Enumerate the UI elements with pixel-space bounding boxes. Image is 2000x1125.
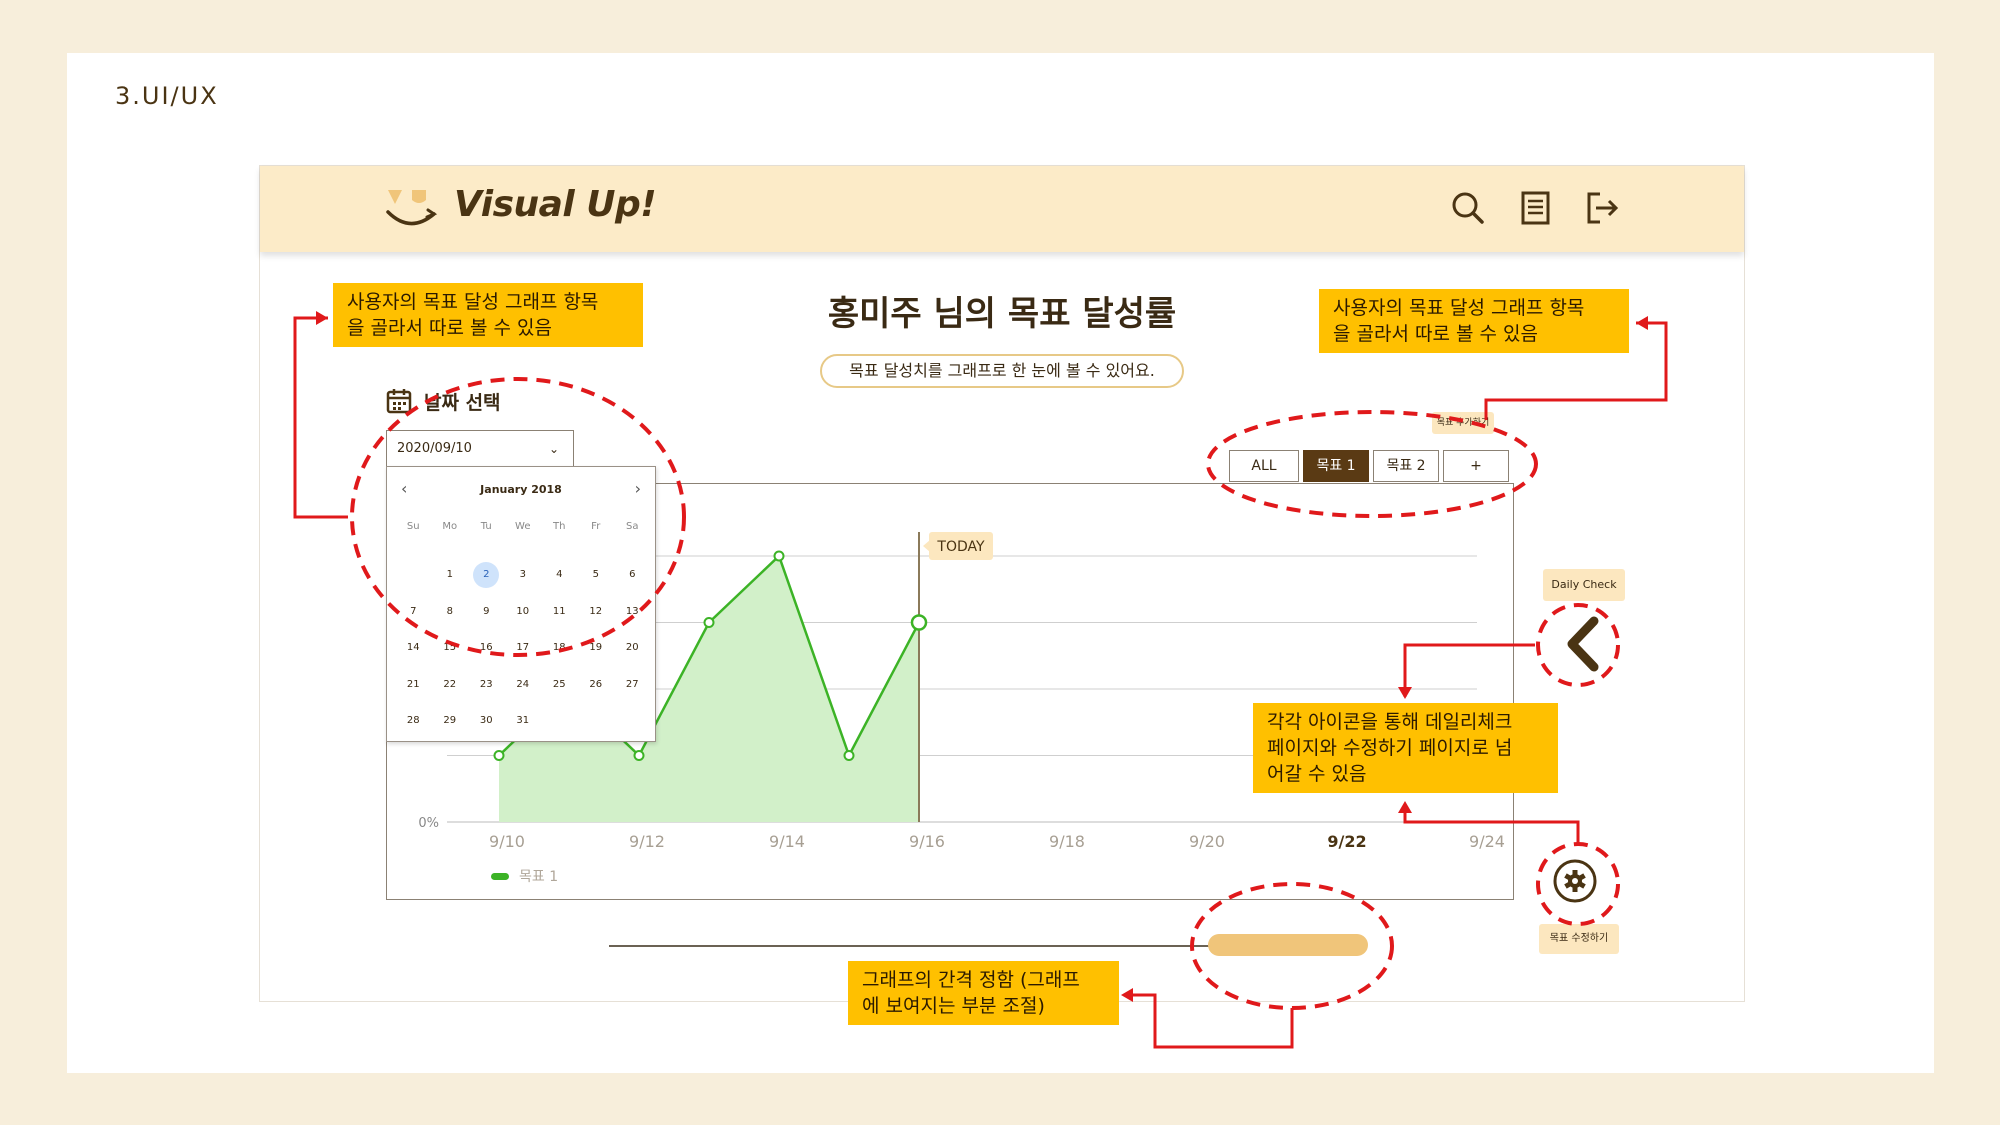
x-tick-label: 9/18 bbox=[1049, 832, 1085, 851]
calendar-weekday: Su bbox=[406, 521, 420, 532]
x-tick-label: 9/24 bbox=[1469, 832, 1505, 851]
chart-range-handle[interactable] bbox=[1208, 934, 1368, 956]
calendar-day[interactable]: 2 bbox=[468, 557, 505, 594]
data-point bbox=[703, 617, 715, 628]
legend-label: 목표 1 bbox=[519, 869, 558, 885]
goal-tabs: ALL 목표 1 목표 2 + bbox=[1229, 450, 1509, 482]
data-point bbox=[843, 750, 855, 761]
today-badge-pointer bbox=[923, 540, 930, 552]
calendar-day[interactable]: 15 bbox=[432, 630, 469, 667]
calendar-weekday: Th bbox=[553, 521, 566, 532]
goal-tab[interactable]: 목표 1 bbox=[1303, 450, 1369, 482]
calendar-day[interactable]: 24 bbox=[505, 667, 542, 704]
data-point bbox=[773, 550, 785, 562]
logo-text: Visual Up! bbox=[454, 184, 657, 225]
search-icon[interactable] bbox=[1448, 188, 1488, 228]
calendar-icon bbox=[386, 389, 412, 414]
calendar-day[interactable]: 18 bbox=[541, 630, 578, 667]
chart-range-track[interactable] bbox=[609, 945, 1289, 947]
calendar-day[interactable]: 9 bbox=[468, 594, 505, 631]
x-tick-label: 9/12 bbox=[629, 832, 665, 851]
daily-check-label: Daily Check bbox=[1543, 569, 1625, 601]
calendar-day[interactable]: 11 bbox=[541, 594, 578, 631]
note-scroll: 그래프의 간격 정함 (그래프 에 보여지는 부분 조절) bbox=[848, 961, 1119, 1025]
calendar-day[interactable]: 28 bbox=[395, 703, 432, 740]
calendar-day[interactable]: 31 bbox=[505, 703, 542, 740]
goal-tab[interactable]: ALL bbox=[1229, 450, 1299, 482]
calendar-day[interactable]: 8 bbox=[432, 594, 469, 631]
calendar-day[interactable]: 17 bbox=[505, 630, 542, 667]
calendar-weekday: We bbox=[515, 521, 531, 532]
subtitle-pill: 목표 달성치를 그래프로 한 눈에 볼 수 있어요. bbox=[820, 354, 1184, 388]
calendar-weekday: Fr bbox=[591, 521, 601, 532]
goal-tab[interactable]: 목표 2 bbox=[1373, 450, 1439, 482]
calendar-day[interactable]: 3 bbox=[505, 557, 542, 594]
calendar-month-label: January 2018 bbox=[480, 483, 562, 496]
calendar-day[interactable]: 30 bbox=[468, 703, 505, 740]
note-date-select: 사용자의 목표 달성 그래프 항목 을 골라서 따로 볼 수 있음 bbox=[333, 283, 643, 347]
x-tick-label: 9/20 bbox=[1189, 832, 1225, 851]
section-label: 3.UI/UX bbox=[115, 82, 219, 110]
chevron-down-icon: ⌄ bbox=[548, 442, 559, 456]
date-select-label: 날짜 선택 bbox=[424, 392, 501, 414]
calendar-day[interactable]: 29 bbox=[432, 703, 469, 740]
calendar-day[interactable]: 4 bbox=[541, 557, 578, 594]
calendar-weekdays: Su Mo Tu We Th Fr Sa bbox=[395, 521, 651, 532]
data-point bbox=[633, 750, 645, 761]
date-input-value: 2020/09/10 bbox=[397, 441, 472, 456]
calendar-day[interactable]: 23 bbox=[468, 667, 505, 704]
calendar-day[interactable]: 1 bbox=[432, 557, 469, 594]
chevron-left-icon[interactable] bbox=[1560, 613, 1608, 675]
calendar-day[interactable]: 6 bbox=[614, 557, 651, 594]
data-point bbox=[493, 750, 505, 761]
settings-gear-icon[interactable] bbox=[1552, 858, 1598, 904]
calendar-day[interactable]: 7 bbox=[395, 594, 432, 631]
edit-goal-label: 목표 수정하기 bbox=[1539, 924, 1619, 954]
calendar-day[interactable]: 13 bbox=[614, 594, 651, 631]
legend-swatch bbox=[491, 873, 509, 880]
calendar-day[interactable]: 20 bbox=[614, 630, 651, 667]
calendar-next-icon[interactable]: › bbox=[635, 479, 641, 498]
calendar-day[interactable]: 26 bbox=[578, 667, 615, 704]
calendar-day[interactable]: 25 bbox=[541, 667, 578, 704]
calendar-dropdown: ‹ January 2018 › Su Mo Tu We Th Fr Sa 12345678… bbox=[386, 466, 656, 742]
calendar-day[interactable]: 16 bbox=[468, 630, 505, 667]
document-icon[interactable] bbox=[1516, 188, 1556, 228]
x-tick-label: 9/22 bbox=[1327, 832, 1366, 851]
calendar-day[interactable]: 12 bbox=[578, 594, 615, 631]
x-tick-label: 9/14 bbox=[769, 832, 805, 851]
data-point bbox=[910, 614, 928, 631]
x-tick-label: 9/10 bbox=[489, 832, 525, 851]
today-label: TODAY bbox=[936, 539, 985, 555]
logo-icon bbox=[386, 190, 438, 226]
x-tick-label: 9/16 bbox=[909, 832, 945, 851]
calendar-day[interactable]: 5 bbox=[578, 557, 615, 594]
calendar-day[interactable]: 19 bbox=[578, 630, 615, 667]
calendar-day[interactable]: 22 bbox=[432, 667, 469, 704]
calendar-weekday: Mo bbox=[442, 521, 458, 532]
calendar-day[interactable]: 10 bbox=[505, 594, 542, 631]
note-tabs: 사용자의 목표 달성 그래프 항목 을 골라서 따로 볼 수 있음 bbox=[1319, 289, 1629, 353]
top-bar: Visual Up! bbox=[260, 166, 1744, 252]
calendar-day[interactable]: 27 bbox=[614, 667, 651, 704]
calendar-weekday: Tu bbox=[480, 521, 492, 532]
logout-icon[interactable] bbox=[1582, 188, 1622, 228]
calendar-day[interactable]: 21 bbox=[395, 667, 432, 704]
date-input[interactable]: 2020/09/10 ⌄ bbox=[386, 430, 574, 468]
y-tick-label: 0% bbox=[418, 816, 439, 831]
note-icons: 각각 아이콘을 통해 데일리체크 페이지와 수정하기 페이지로 넘 어갈 수 있… bbox=[1253, 703, 1558, 793]
calendar-days: 1 2 3 4 5 6 7 8 9 10 11 12 13 14 15 16 17 18 19 20 21 22 23 24 2… bbox=[395, 557, 651, 740]
add-goal-tab[interactable]: + bbox=[1443, 450, 1509, 482]
calendar-empty-cell bbox=[395, 557, 432, 594]
calendar-weekday: Sa bbox=[626, 521, 639, 532]
calendar-day[interactable]: 14 bbox=[395, 630, 432, 667]
add-goal-tooltip: 목표 추가하기 bbox=[1432, 412, 1494, 434]
